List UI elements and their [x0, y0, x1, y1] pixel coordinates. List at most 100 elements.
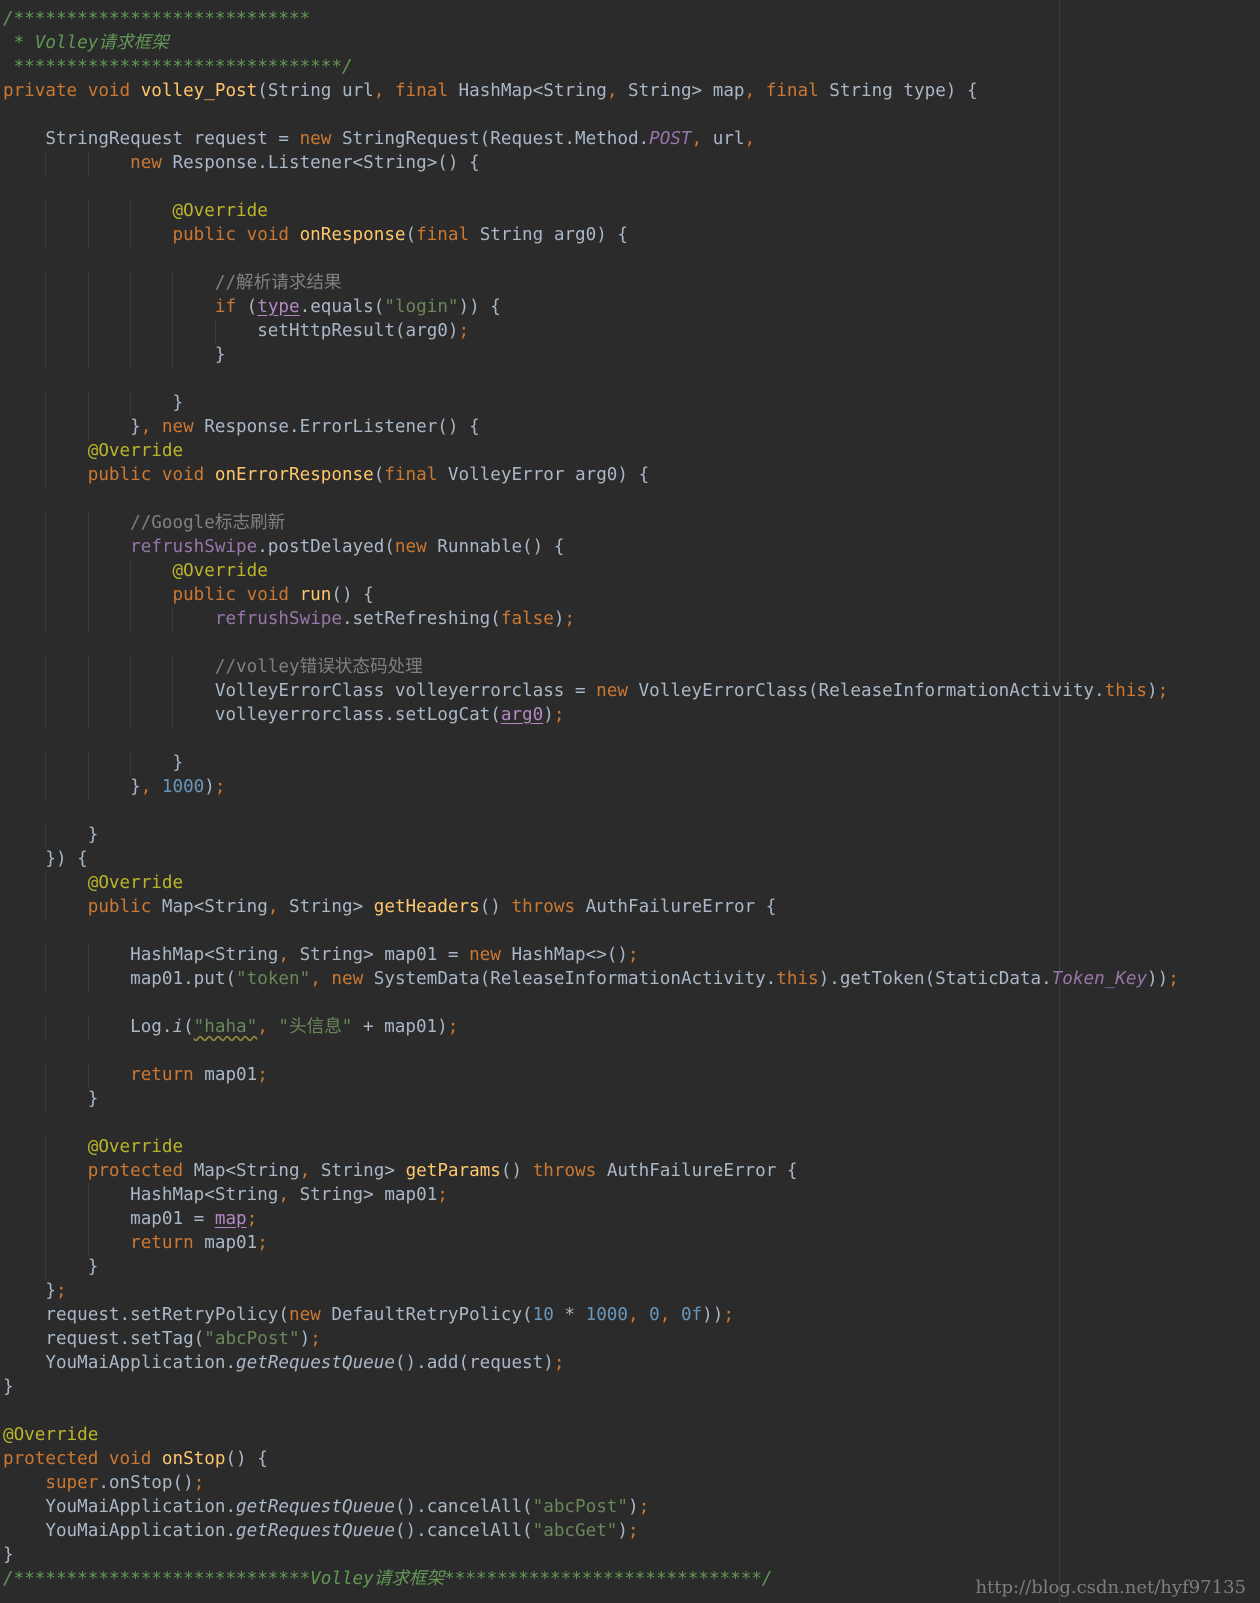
code-line[interactable]: return map01; — [3, 1063, 1260, 1087]
code-line[interactable]: protected void onStop() { — [3, 1447, 1260, 1471]
code-token: map01 — [204, 1065, 258, 1085]
code-line[interactable] — [3, 727, 1260, 751]
code-line[interactable]: @Override — [3, 871, 1260, 895]
annotation: @Override — [87, 1137, 184, 1157]
code-line[interactable] — [3, 991, 1260, 1015]
code-line[interactable]: map01 = map; — [3, 1207, 1260, 1231]
code-line[interactable]: }) { — [3, 847, 1260, 871]
code-line[interactable]: protected Map<String, String> getParams(… — [3, 1159, 1260, 1183]
code-line[interactable]: @Override — [3, 1423, 1260, 1447]
keyword: , — [278, 945, 300, 965]
code-line[interactable]: } — [3, 343, 1260, 367]
code-token: DefaultRetryPolicy( — [331, 1305, 533, 1325]
code-line[interactable]: }, new Response.ErrorListener() { — [3, 415, 1260, 439]
method-name: onResponse — [299, 225, 406, 245]
code-line[interactable]: } — [3, 823, 1260, 847]
code-line[interactable]: YouMaiApplication.getRequestQueue().canc… — [3, 1519, 1260, 1543]
code-line[interactable]: @Override — [3, 559, 1260, 583]
code-token: ) — [617, 1521, 628, 1541]
code-editor[interactable]: /**************************** * Volley请求… — [0, 0, 1260, 1603]
code-line[interactable] — [3, 175, 1260, 199]
field-ref: refrushSwipe — [130, 537, 258, 557]
code-line[interactable] — [3, 631, 1260, 655]
code-line[interactable]: YouMaiApplication.getRequestQueue().add(… — [3, 1351, 1260, 1375]
code-line[interactable]: setHttpResult(arg0); — [3, 319, 1260, 343]
code-line[interactable]: } — [3, 391, 1260, 415]
code-line[interactable]: } — [3, 1087, 1260, 1111]
code-line[interactable]: @Override — [3, 1135, 1260, 1159]
code-token: } — [3, 393, 184, 413]
code-line[interactable]: Log.i("haha", "头信息" + map01); — [3, 1015, 1260, 1039]
code-line[interactable]: public Map<String, String> getHeaders() … — [3, 895, 1260, 919]
code-line[interactable]: *******************************/ — [3, 55, 1260, 79]
keyword: , — [659, 1305, 681, 1325]
code-area[interactable]: /**************************** * Volley请求… — [3, 7, 1260, 1591]
code-token: ().add(request) — [394, 1353, 554, 1373]
code-line[interactable]: public void onErrorResponse(final Volley… — [3, 463, 1260, 487]
code-line[interactable]: return map01; — [3, 1231, 1260, 1255]
code-token: .onStop() — [98, 1473, 194, 1493]
code-line[interactable]: //解析请求结果 — [3, 271, 1260, 295]
code-line[interactable]: VolleyErrorClass volleyerrorclass = new … — [3, 679, 1260, 703]
code-line[interactable]: if (type.equals("login")) { — [3, 295, 1260, 319]
code-line[interactable] — [3, 799, 1260, 823]
code-line[interactable]: StringRequest request = new StringReques… — [3, 127, 1260, 151]
code-line[interactable]: volleyerrorclass.setLogCat(arg0); — [3, 703, 1260, 727]
code-line[interactable] — [3, 103, 1260, 127]
keyword: this — [776, 969, 819, 989]
keyword: , — [299, 1161, 321, 1181]
code-line[interactable]: //Google标志刷新 — [3, 511, 1260, 535]
code-token: setHttpResult(arg0) — [3, 321, 459, 341]
static-field: POST — [649, 129, 692, 149]
code-token: () — [500, 1161, 533, 1181]
code-line[interactable]: }; — [3, 1279, 1260, 1303]
code-line[interactable] — [3, 247, 1260, 271]
code-line[interactable]: }, 1000); — [3, 775, 1260, 799]
code-line[interactable]: super.onStop(); — [3, 1471, 1260, 1495]
keyword: public void — [172, 585, 300, 605]
code-line[interactable]: private void volley_Post(String url, fin… — [3, 79, 1260, 103]
code-line[interactable]: } — [3, 1375, 1260, 1399]
code-token: .postDelayed( — [257, 537, 395, 557]
keyword: ; — [638, 1497, 650, 1517]
code-line[interactable]: } — [3, 1543, 1260, 1567]
code-line[interactable] — [3, 1111, 1260, 1135]
code-line[interactable]: HashMap<String, String> map01 = new Hash… — [3, 943, 1260, 967]
code-line[interactable]: public void onResponse(final String arg0… — [3, 223, 1260, 247]
keyword: ; — [447, 1017, 459, 1037]
keyword: throws — [532, 1161, 607, 1181]
keyword: new — [130, 153, 173, 173]
code-line[interactable]: request.setTag("abcPost"); — [3, 1327, 1260, 1351]
code-line[interactable]: request.setRetryPolicy(new DefaultRetryP… — [3, 1303, 1260, 1327]
code-line[interactable]: /**************************** — [3, 7, 1260, 31]
method-name: volley_Post — [140, 81, 258, 101]
code-line[interactable]: * Volley请求框架 — [3, 31, 1260, 55]
line-comment: //解析请求结果 — [214, 273, 342, 293]
code-token: Map<String — [161, 897, 268, 917]
annotation: @Override — [87, 873, 184, 893]
code-line[interactable]: @Override — [3, 439, 1260, 463]
code-line[interactable] — [3, 367, 1260, 391]
code-line[interactable]: //volley错误状态码处理 — [3, 655, 1260, 679]
keyword: new — [289, 1305, 332, 1325]
code-line[interactable]: } — [3, 751, 1260, 775]
code-line[interactable]: } — [3, 1255, 1260, 1279]
code-token: String> — [320, 1161, 406, 1181]
keyword: throws — [511, 897, 586, 917]
code-token: YouMaiApplication. — [3, 1497, 237, 1517]
code-line[interactable]: map01.put("token", new SystemData(Releas… — [3, 967, 1260, 991]
number-literal: 0f — [680, 1305, 703, 1325]
code-line[interactable]: public void run() { — [3, 583, 1260, 607]
code-token: ( — [183, 1017, 194, 1037]
code-line[interactable]: YouMaiApplication.getRequestQueue().canc… — [3, 1495, 1260, 1519]
code-line[interactable]: @Override — [3, 199, 1260, 223]
code-line[interactable] — [3, 487, 1260, 511]
code-line[interactable]: refrushSwipe.postDelayed(new Runnable() … — [3, 535, 1260, 559]
code-line[interactable]: new Response.Listener<String>() { — [3, 151, 1260, 175]
code-line[interactable]: HashMap<String, String> map01; — [3, 1183, 1260, 1207]
code-line[interactable] — [3, 919, 1260, 943]
code-line[interactable]: refrushSwipe.setRefreshing(false); — [3, 607, 1260, 631]
code-line[interactable] — [3, 1399, 1260, 1423]
code-line[interactable] — [3, 1039, 1260, 1063]
